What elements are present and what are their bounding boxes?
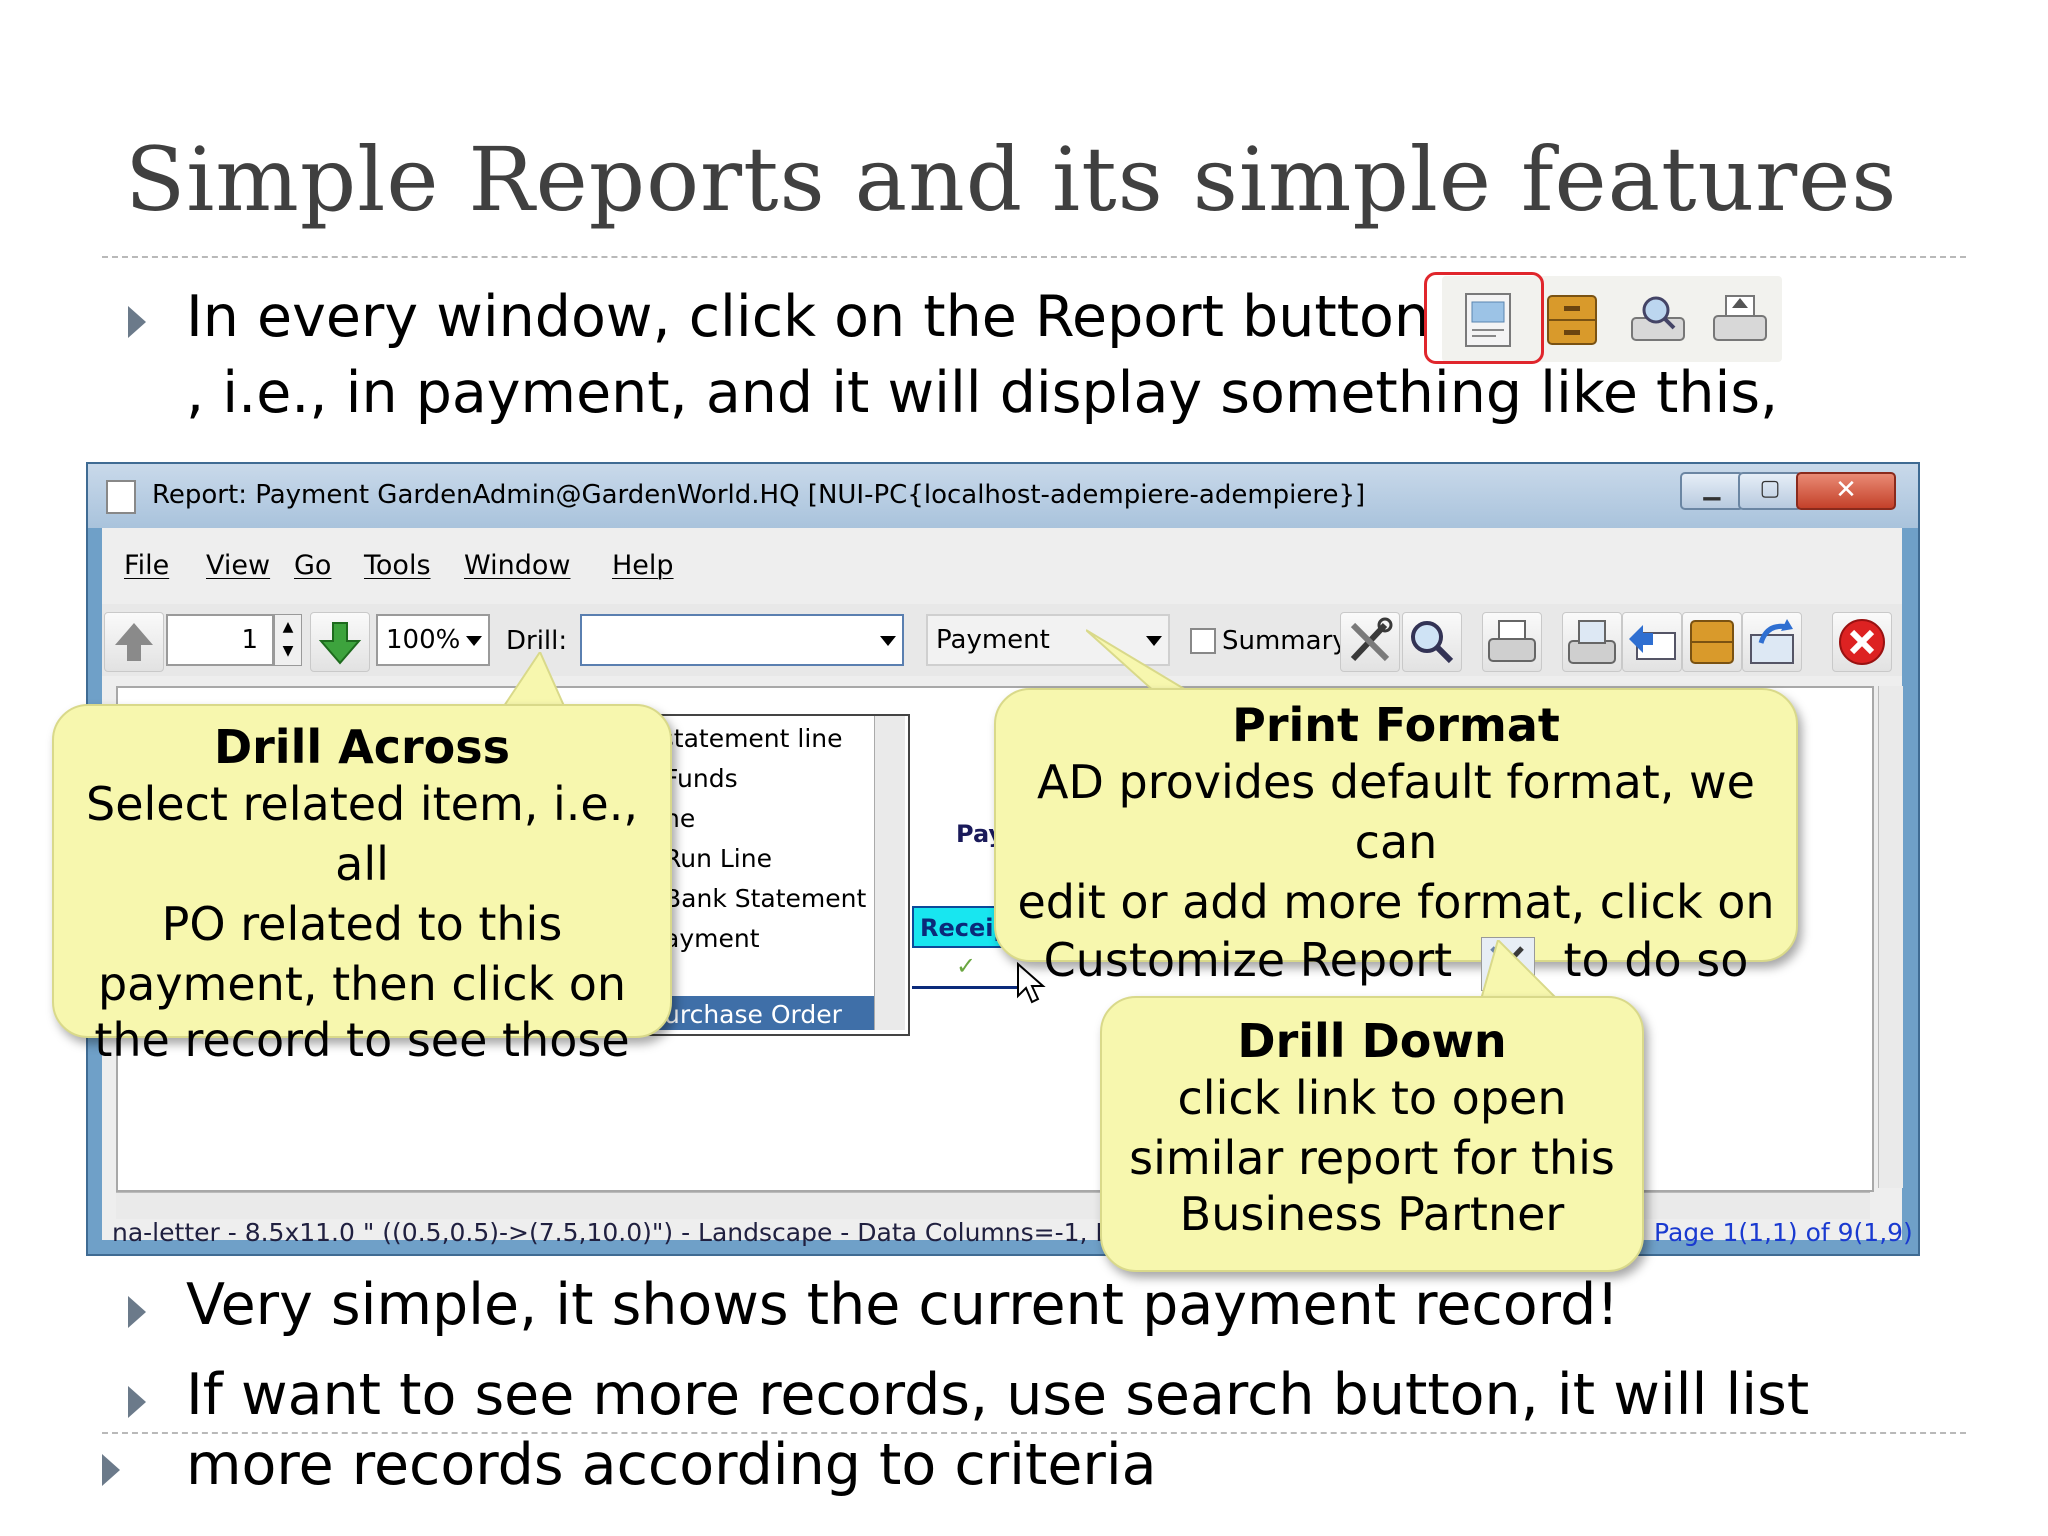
print-icon[interactable] [1708,288,1772,352]
status-bar-text: na-letter - 8.5x11.0 " ((0.5,0.5)->(7.5,… [112,1218,1156,1247]
menu-tools[interactable]: Tools [364,550,431,581]
drill-down-line: similar report for this [1129,1131,1615,1185]
bullet-arrow-icon [128,1296,146,1328]
bullet-3-line-2: more records according to criteria [186,1432,1157,1498]
archive-icon[interactable] [1540,288,1604,352]
zoom-value: 100% [386,625,461,655]
page-number-field[interactable]: 1 [166,614,274,666]
save-report-button[interactable] [1742,612,1802,672]
print-format-value: Payment [936,625,1050,655]
dropdown-item[interactable]: ayment [664,924,760,953]
dropdown-item[interactable]: Run Line [664,844,772,873]
bullet-1-line-1: In every window, click on the Report but… [186,284,1431,350]
print-format-line: edit or add more format, click on [1017,875,1775,929]
drill-down-line: click link to open [1177,1071,1567,1125]
dropdown-item[interactable]: Funds [664,764,738,793]
previous-page-button[interactable] [104,612,164,672]
print-format-callout: Print Format AD provides default format,… [994,688,1798,991]
maximize-button[interactable]: ▢ [1738,472,1802,510]
archive-button[interactable] [1682,612,1742,672]
send-mail-button[interactable] [1622,612,1682,672]
dropdown-item[interactable]: urchase Order [664,1000,842,1029]
find-button[interactable] [1402,612,1462,672]
drill-across-line: Select related item, i.e., all [86,777,638,891]
title-divider [102,256,1966,258]
window-title: Report: Payment GardenAdmin@GardenWorld.… [152,480,1366,510]
menu-go[interactable]: Go [294,550,331,581]
window-titlebar: Report: Payment GardenAdmin@GardenWorld.… [88,464,1918,528]
bullet-arrow-icon [102,1454,120,1486]
report-button-highlight [1424,272,1544,364]
vertical-scrollbar[interactable] [1878,686,1903,1188]
print-format-title: Print Format [1232,698,1560,752]
drill-across-line: PO related to this [161,897,563,951]
bullet-arrow-icon [128,306,146,338]
drill-down-callout: Drill Down click link to open similar re… [1100,996,1644,1272]
dropdown-scrollbar[interactable] [874,716,905,1030]
bullet-2: Very simple, it shows the current paymen… [186,1272,1620,1338]
dropdown-item[interactable]: Bank Statement [664,884,866,913]
export-button[interactable] [1562,612,1622,672]
menu-window[interactable]: Window [464,550,570,581]
bullet-3-line-1: If want to see more records, use search … [186,1362,1810,1428]
drill-down-title: Drill Down [1237,1014,1507,1068]
print-button[interactable] [1482,612,1542,672]
drill-down-line: Business Partner [1179,1187,1565,1241]
menu-file[interactable]: File [124,550,169,581]
menu-help[interactable]: Help [612,550,674,581]
print-format-line-3b: to do so [1563,933,1749,987]
drill-across-line: the record to see those [94,1013,630,1067]
menu-view[interactable]: View [206,550,270,581]
drill-across-title: Drill Across [213,720,511,774]
next-page-button[interactable] [310,612,370,672]
print-format-line: AD provides default format, we can [1037,755,1755,869]
drill-across-line: payment, then click on [97,957,627,1011]
minimize-button[interactable]: ▁ [1680,472,1744,510]
zoom-select[interactable]: 100% [376,614,490,666]
slide-title: Simple Reports and its simple features [125,128,1898,231]
window-icon [106,480,136,514]
print-preview-icon[interactable] [1626,288,1690,352]
drill-select[interactable] [580,614,904,666]
close-button[interactable]: ✕ [1796,472,1896,510]
page-info: Page 1(1,1) of 9(1,9) [1654,1218,1913,1247]
close-report-button[interactable] [1832,612,1892,672]
page-spinner[interactable]: ▲ ▼ [274,614,302,666]
customize-report-button[interactable] [1340,612,1400,672]
drill-across-callout: Drill Across Select related item, i.e., … [52,704,672,1066]
bullet-1-line-2: , i.e., in payment, and it will display … [186,360,1779,426]
receipt-check-icon: ✓ [956,952,977,980]
bullet-arrow-icon [128,1386,146,1418]
